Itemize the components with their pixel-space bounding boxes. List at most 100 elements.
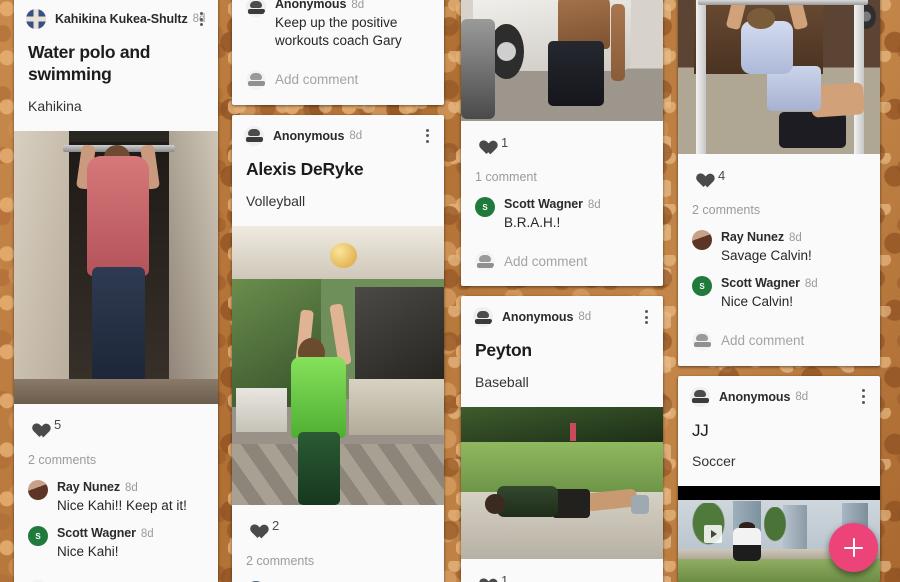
post-title: Water polo and swimming — [28, 42, 151, 84]
post-card-garage-workout[interactable]: 1 1 comment S Scott Wagner 8d B.R.A.H.! … — [461, 0, 663, 287]
comment-text: Nice Kahi! — [57, 543, 119, 559]
overflow-menu-icon[interactable] — [419, 125, 435, 147]
comment-text: Nice Calvin! — [721, 293, 794, 309]
add-comment-row[interactable]: Add comment — [14, 563, 218, 582]
commenter-name: Anonymous — [275, 0, 347, 11]
card-header: Kahikina Kukea-Shultz 8d — [14, 0, 218, 38]
post-subtitle: Kahikina — [28, 97, 82, 114]
post-card-calvin-gym[interactable]: 4 2 comments Ray Nunez 8d Savage Calvin!… — [678, 0, 880, 366]
commenter-avatar-icon: S — [28, 526, 48, 547]
card-header: Anonymous 8d — [678, 376, 880, 416]
comment-count: 2 comments — [28, 452, 97, 467]
comment-text: B.R.A.H.! — [504, 214, 561, 230]
like-row[interactable]: 1 — [461, 121, 663, 161]
card-header: Anonymous 8d — [232, 115, 444, 155]
current-user-avatar-icon — [475, 251, 495, 272]
commenter-avatar-icon: S — [475, 197, 495, 217]
like-count: 5 — [54, 417, 62, 433]
comment-item: Ray Nunez 8d Savage Calvin! — [678, 221, 880, 267]
comment-timestamp: 8d — [804, 278, 818, 291]
feed-column-4: 4 2 comments Ray Nunez 8d Savage Calvin!… — [678, 0, 880, 582]
author-avatar-icon — [690, 386, 710, 407]
post-timestamp: 8d — [795, 390, 809, 403]
comment-item: S Scott Wagner 8d B.R.A.H.! — [461, 188, 663, 234]
comment-count: 2 comments — [246, 553, 315, 568]
overflow-menu-icon[interactable] — [855, 386, 871, 408]
play-video-icon[interactable] — [704, 524, 722, 543]
comment-item: S Scott Wagner 8d Nice Kahi! — [14, 517, 218, 563]
heart-icon[interactable] — [475, 134, 492, 150]
add-comment-row[interactable]: Add comment — [678, 314, 880, 366]
comment-item: S Scott Wagner 8d Nice Calvin! — [678, 267, 880, 313]
comment-count: 1 comment — [475, 170, 537, 184]
like-count: 4 — [718, 167, 726, 183]
comment-text: Keep up the positive workouts coach Gary — [275, 14, 402, 49]
author-avatar-icon — [244, 125, 264, 146]
post-author: Kahikina Kukea-Shultz — [55, 12, 188, 26]
like-count: 1 — [501, 134, 509, 150]
post-subtitle: Volleyball — [246, 192, 306, 209]
comment-count: 2 comments — [692, 203, 761, 217]
commenter-name: Ray Nunez — [721, 230, 785, 244]
heart-icon[interactable] — [28, 417, 45, 433]
add-post-fab-button[interactable] — [829, 523, 878, 572]
like-row[interactable]: 1 — [461, 559, 663, 582]
card-header: Anonymous 8d — [461, 296, 663, 336]
post-timestamp: 8d — [349, 129, 363, 142]
post-card-peyton[interactable]: Anonymous 8d Peyton Baseball 1 — [461, 296, 663, 582]
post-media-plank-photo[interactable] — [461, 407, 663, 560]
post-media-pullup-photo[interactable] — [14, 130, 218, 404]
feed-board: Kahikina Kukea-Shultz 8d Water polo and … — [0, 0, 900, 582]
like-row[interactable]: 2 — [232, 505, 444, 545]
post-timestamp: 8d — [578, 311, 592, 324]
commenter-avatar-icon — [28, 479, 48, 500]
feed-column-1: Kahikina Kukea-Shultz 8d Water polo and … — [14, 0, 218, 582]
comment-text: Savage Calvin! — [721, 247, 812, 263]
like-count: 2 — [272, 518, 280, 534]
post-card-water-polo[interactable]: Kahikina Kukea-Shultz 8d Water polo and … — [14, 0, 218, 582]
feed-column-2: Anonymous 8d Keep up the positive workou… — [232, 0, 444, 582]
comment-timestamp: 8d — [125, 481, 138, 494]
comment-item: Anonymous 8d Keep up the positive workou… — [232, 0, 444, 53]
like-row[interactable]: 5 — [14, 404, 218, 444]
heart-icon[interactable] — [246, 518, 263, 534]
like-count: 1 — [501, 572, 509, 582]
commenter-name: Scott Wagner — [721, 276, 800, 291]
overflow-menu-icon[interactable] — [193, 8, 209, 30]
commenter-avatar-icon — [692, 230, 712, 250]
comment-timestamp: 8d — [587, 199, 601, 211]
commenter-name: Ray Nunez — [57, 479, 121, 494]
add-comment-label: Add comment — [504, 253, 588, 269]
post-media-garage-photo[interactable] — [461, 0, 663, 121]
overflow-menu-icon[interactable] — [638, 306, 654, 328]
add-comment-label: Add comment — [721, 333, 805, 348]
comment-timestamp: 8d — [140, 528, 154, 541]
post-subtitle: Soccer — [692, 452, 736, 469]
post-media-gym-photo[interactable] — [678, 0, 880, 154]
post-card-alexis-deryke[interactable]: Anonymous 8d Alexis DeRyke Volleyball 2 … — [232, 114, 444, 582]
post-title: Alexis DeRyke — [246, 158, 364, 179]
comment-item: R Ryan Nomura 8d Way to keep working on … — [232, 572, 444, 582]
commenter-avatar-icon: S — [692, 276, 712, 297]
add-comment-label: Add comment — [275, 72, 359, 88]
commenter-name: Scott Wagner — [57, 526, 136, 541]
commenter-avatar-icon — [246, 0, 266, 17]
heart-icon[interactable] — [475, 572, 492, 582]
post-author: Anonymous — [273, 128, 345, 143]
post-media-volleyball-photo[interactable] — [232, 225, 444, 505]
like-row[interactable]: 4 — [678, 154, 880, 194]
post-author: Anonymous — [719, 389, 791, 404]
post-subtitle: Baseball — [475, 374, 529, 391]
commenter-name: Scott Wagner — [504, 197, 583, 211]
add-comment-row[interactable]: Add comment — [461, 234, 663, 286]
heart-icon[interactable] — [692, 167, 709, 183]
add-comment-row[interactable]: Add comment — [232, 53, 444, 105]
post-title: JJ — [692, 420, 709, 440]
comment-timestamp: 8d — [351, 0, 365, 11]
post-card-coach-gary[interactable]: Anonymous 8d Keep up the positive workou… — [232, 0, 444, 105]
comment-timestamp: 8d — [789, 232, 802, 244]
comment-item: Ray Nunez 8d Nice Kahi!! Keep at it! — [14, 471, 218, 517]
comment-text: Nice Kahi!! Keep at it! — [57, 497, 187, 513]
author-avatar-icon — [26, 9, 46, 29]
current-user-avatar-icon — [246, 69, 266, 90]
